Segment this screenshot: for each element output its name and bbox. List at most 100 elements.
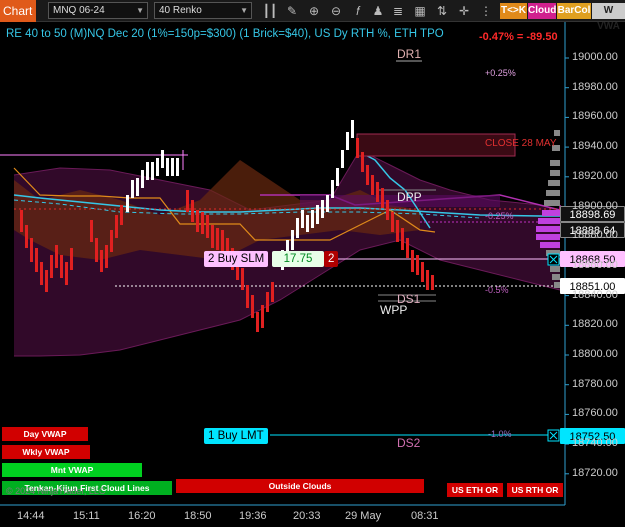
renko-brick xyxy=(376,182,379,202)
renko-brick xyxy=(336,168,339,186)
y-tick-label: 18820.00 xyxy=(572,318,618,331)
renko-brick xyxy=(110,230,113,252)
buy-slm-quantity[interactable]: 2 xyxy=(324,251,339,267)
y-tick-label: 18800.00 xyxy=(572,348,618,360)
renko-brick xyxy=(216,228,219,250)
renko-brick xyxy=(171,158,174,176)
renko-brick xyxy=(241,268,244,290)
minus10-label: -1.0% xyxy=(488,429,512,439)
profile-bar xyxy=(544,200,560,206)
renko-brick xyxy=(191,200,194,222)
renko-brick xyxy=(20,210,23,232)
profile-bar xyxy=(540,242,560,248)
renko-brick xyxy=(331,180,334,198)
renko-brick xyxy=(431,275,434,290)
renko-brick xyxy=(186,190,189,212)
renko-brick xyxy=(30,238,33,262)
renko-brick xyxy=(60,255,63,278)
renko-brick xyxy=(321,200,324,218)
renko-brick xyxy=(176,158,179,176)
renko-brick xyxy=(306,215,309,232)
renko-brick xyxy=(256,312,259,332)
profile-bar xyxy=(538,218,560,224)
x-tick-label: 18:50 xyxy=(184,510,212,522)
x-tick-label: 16:20 xyxy=(128,510,156,522)
renko-brick xyxy=(50,255,53,278)
renko-brick xyxy=(120,205,123,225)
close-order-icon[interactable] xyxy=(547,253,560,266)
renko-brick xyxy=(356,138,359,158)
indicator-outside-clouds[interactable]: Outside Clouds xyxy=(176,479,424,493)
renko-brick xyxy=(326,195,329,212)
indicator-wkly-vwap[interactable]: Wkly VWAP xyxy=(2,445,90,459)
renko-brick xyxy=(211,225,214,248)
ds2-label: DS2 xyxy=(397,436,421,450)
buy-slm-price[interactable]: 17.75 xyxy=(272,251,324,267)
profile-bar xyxy=(548,180,560,186)
renko-brick xyxy=(301,210,304,228)
x-tick-label: 29 May xyxy=(345,510,382,522)
renko-brick xyxy=(100,250,103,272)
renko-brick xyxy=(291,230,294,250)
close-label: CLOSE 28 MAY xyxy=(485,138,557,149)
y-tick-label: 18940.00 xyxy=(572,140,618,153)
dpp-label: DPP xyxy=(397,190,422,204)
x-tick-label: 14:44 xyxy=(17,510,45,522)
renko-brick xyxy=(115,215,118,238)
renko-brick xyxy=(411,250,414,272)
renko-brick xyxy=(361,152,364,172)
renko-brick xyxy=(45,270,48,292)
renko-brick xyxy=(351,120,354,138)
renko-brick xyxy=(311,210,314,228)
renko-brick xyxy=(296,218,299,238)
renko-brick xyxy=(346,132,349,150)
profile-bar xyxy=(550,266,560,272)
indicator-us-rth-or[interactable]: US RTH OR xyxy=(507,483,563,497)
renko-brick xyxy=(416,255,419,275)
renko-brick xyxy=(55,245,58,268)
profile-bar xyxy=(554,130,560,136)
buy-slm-order-label[interactable]: 2 Buy SLM xyxy=(204,251,269,267)
renko-brick xyxy=(90,220,93,242)
renko-brick xyxy=(386,200,389,220)
renko-brick xyxy=(141,170,144,188)
y-tick-label: 18980.00 xyxy=(572,80,618,93)
x-tick-label: 15:11 xyxy=(73,510,100,522)
renko-brick xyxy=(206,215,209,238)
close-order-icon[interactable] xyxy=(547,429,560,442)
profile-bar xyxy=(536,226,560,232)
x-tick-label: 19:36 xyxy=(239,510,267,522)
y-tick-label: 18720.00 xyxy=(572,466,618,479)
y-tick-label: 18920.00 xyxy=(572,169,618,182)
indicator-mnt-vwap[interactable]: Mnt VWAP xyxy=(2,463,142,477)
renko-brick xyxy=(70,248,73,270)
renko-brick xyxy=(426,270,429,290)
y-tick-label: 18900.00 xyxy=(572,199,618,212)
renko-brick xyxy=(161,150,164,168)
renko-brick xyxy=(401,228,404,250)
minus05-label: -0.5% xyxy=(485,285,509,295)
buy-lmt-order-label[interactable]: 1 Buy LMT xyxy=(204,428,268,444)
x-tick-label: 20:33 xyxy=(293,510,321,522)
renko-brick xyxy=(126,195,129,212)
renko-brick xyxy=(391,212,394,232)
pnl-text: -0.47% = -89.50 xyxy=(479,31,558,43)
y-tick-label: 18880.00 xyxy=(572,229,618,242)
indicator-us-eth-or[interactable]: US ETH OR xyxy=(447,483,503,497)
renko-brick xyxy=(95,238,98,262)
renko-brick xyxy=(25,225,28,248)
renko-brick xyxy=(35,248,38,272)
indicator-day-vwap[interactable]: Day VWAP xyxy=(2,427,88,441)
renko-brick xyxy=(316,205,319,224)
renko-brick xyxy=(40,262,43,285)
y-tick-label: 19000.00 xyxy=(572,51,618,63)
renko-brick xyxy=(221,230,224,252)
renko-brick xyxy=(366,165,369,185)
renko-brick xyxy=(246,285,249,308)
minus025-label: -0.25% xyxy=(485,211,514,221)
y-tick-label: 18740.00 xyxy=(572,437,618,450)
y-tick-label: 18760.00 xyxy=(572,407,618,420)
renko-brick xyxy=(251,295,254,318)
plus025-label: +0.25% xyxy=(485,68,516,78)
renko-brick xyxy=(396,220,399,242)
